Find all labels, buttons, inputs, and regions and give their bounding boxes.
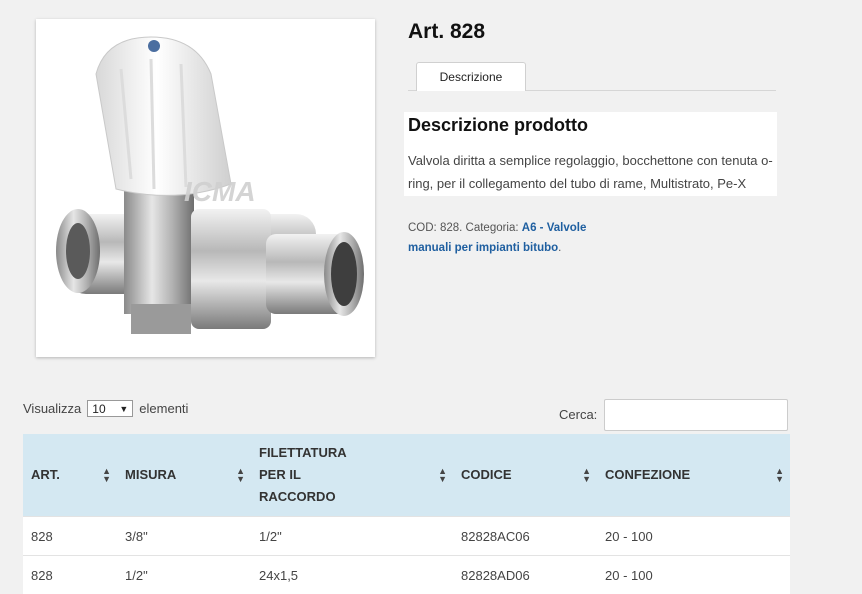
search-label: Cerca: [559,407,597,422]
cell-filettatura: 1/2" [251,517,453,556]
show-label: Visualizza [23,401,81,416]
product-image[interactable]: ICMA [36,19,375,357]
valve-illustration: ICMA [36,19,375,357]
sort-icon: ▲▼ [236,467,245,483]
cell-art: 828 [23,556,117,594]
product-table: ART. ▲▼ MISURA ▲▼ FILETTATURA PER IL RACCO… [23,434,790,594]
table-header-row: ART. ▲▼ MISURA ▲▼ FILETTATURA PER IL RACCO… [23,434,790,517]
sort-icon: ▲▼ [582,467,591,483]
chevron-down-icon: ▼ [119,404,128,414]
icma-watermark: ICMA [184,176,256,207]
cell-filettatura: 24x1,5 [251,556,453,594]
tab-descrizione[interactable]: Descrizione [416,62,526,91]
search-input[interactable] [604,399,788,431]
elements-label: elementi [139,401,188,416]
column-header-codice[interactable]: CODICE ▲▼ [453,434,597,517]
sort-icon: ▲▼ [438,467,447,483]
product-title: Art. 828 [408,20,485,44]
cell-confezione: 20 - 100 [597,556,790,594]
sort-icon: ▲▼ [102,467,111,483]
cell-codice: 82828AC06 [453,517,597,556]
header-label: MISURA [125,467,176,482]
table-row: 828 1/2" 24x1,5 82828AD06 20 - 100 [23,556,790,594]
column-header-confezione[interactable]: CONFEZIONE ▲▼ [597,434,790,517]
product-meta: COD: 828. Categoria: A6 - Valvole manual… [408,219,588,258]
column-header-misura[interactable]: MISURA ▲▼ [117,434,251,517]
description-heading: Descrizione prodotto [408,115,588,136]
description-text: Valvola diritta a semplice regolaggio, b… [408,149,778,195]
cell-misura: 1/2" [117,556,251,594]
header-label: CODICE [461,467,512,482]
header-label: CONFEZIONE [605,467,690,482]
header-label: FILETTATURA PER IL RACCORDO [259,442,369,508]
column-header-filettatura[interactable]: FILETTATURA PER IL RACCORDO ▲▼ [251,434,453,517]
header-label: ART. [31,467,60,482]
cell-art: 828 [23,517,117,556]
page-size-value: 10 [92,402,105,416]
page-size-control: Visualizza 10 ▼ elementi [23,400,188,417]
meta-end: . [558,242,561,254]
cell-confezione: 20 - 100 [597,517,790,556]
table-row: 828 3/8" 1/2" 82828AC06 20 - 100 [23,517,790,556]
cod-text: COD: 828. Categoria: [408,222,522,234]
cell-misura: 3/8" [117,517,251,556]
sort-icon: ▲▼ [775,467,784,483]
column-header-art[interactable]: ART. ▲▼ [23,434,117,517]
page-size-select[interactable]: 10 ▼ [87,400,133,417]
cell-codice: 82828AD06 [453,556,597,594]
